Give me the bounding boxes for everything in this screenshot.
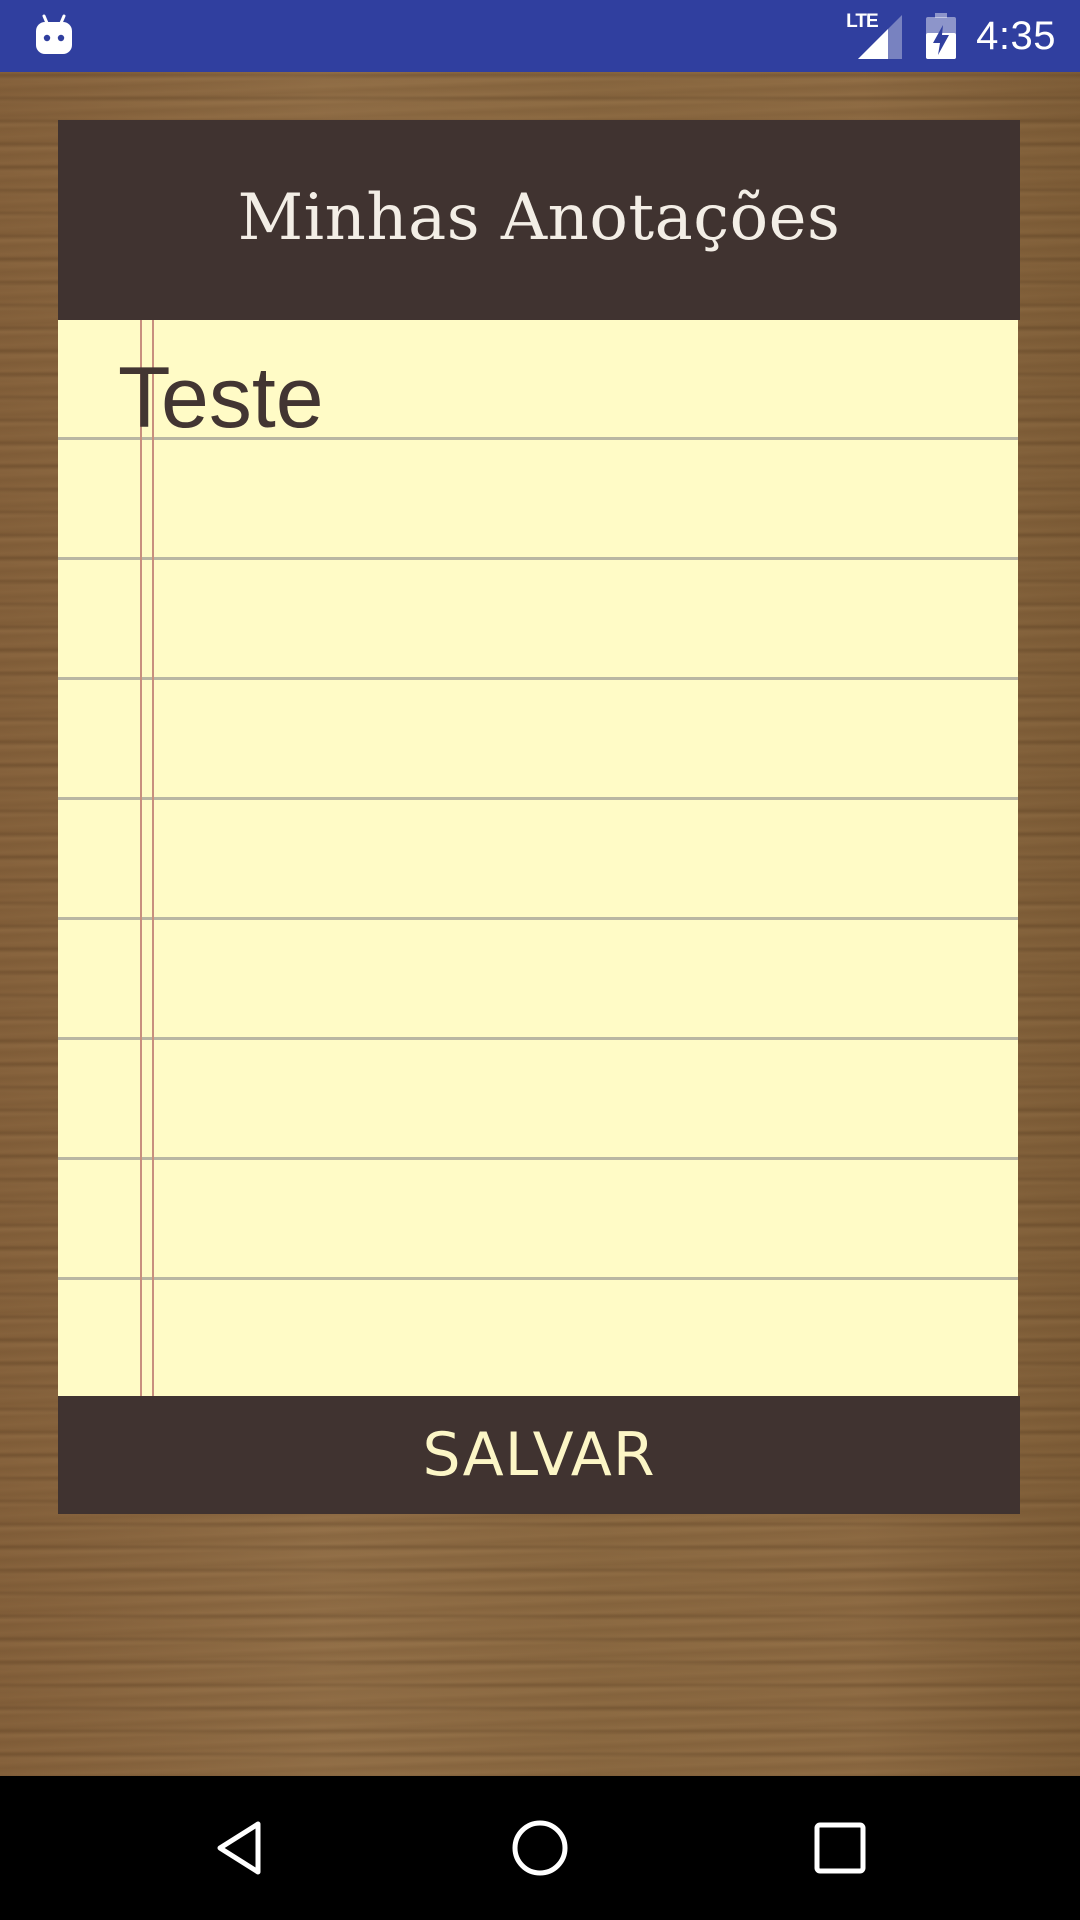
signal-strength-icon [858,15,903,59]
back-button[interactable] [150,1776,330,1920]
navigation-bar [0,1776,1080,1920]
signal-indicator: LTE [846,11,903,59]
page-title: Minhas Anotações [237,181,841,255]
home-button[interactable] [450,1776,630,1920]
status-clock: 4:35 [976,13,1056,58]
status-indicators: LTE 4:35 [846,0,1056,72]
recents-square-icon [814,1822,866,1874]
home-circle-icon [512,1820,568,1876]
save-button-label: SALVAR [422,1420,656,1490]
save-button[interactable]: SALVAR [58,1396,1020,1514]
note-paper: Teste [0,320,1018,1396]
android-icon [36,14,72,54]
note-text-field[interactable]: Teste [0,320,898,1396]
app-header: Minhas Anotações [58,120,1020,320]
recents-button[interactable] [750,1776,930,1920]
battery-charging-icon [926,13,957,59]
status-bar: LTE 4:35 [0,0,1080,72]
back-triangle-icon [217,1821,261,1875]
